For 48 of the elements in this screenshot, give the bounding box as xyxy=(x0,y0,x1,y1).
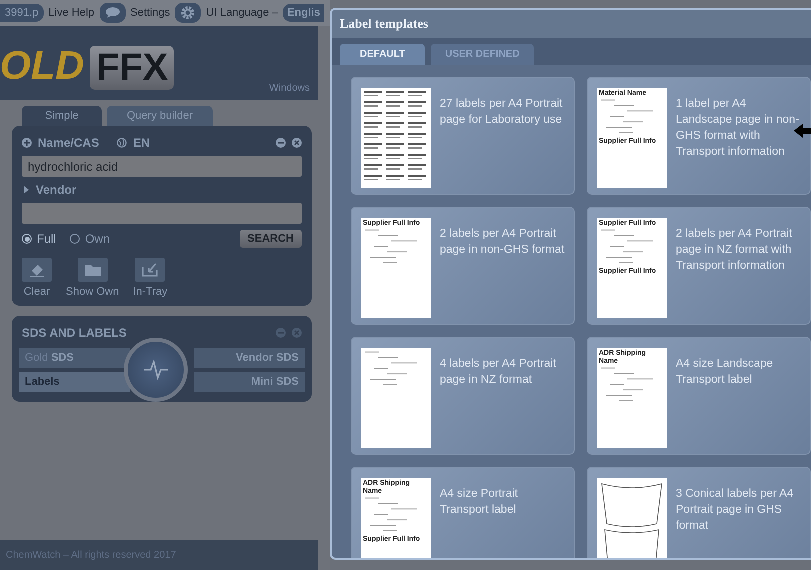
sds-option[interactable]: Vendor SDS xyxy=(194,348,305,368)
folder-icon xyxy=(84,263,102,277)
vendor-input[interactable] xyxy=(22,203,302,224)
search-button[interactable]: SEARCH xyxy=(240,230,302,248)
dialog-title: Label templates xyxy=(340,16,428,31)
template-card[interactable]: 4 labels per A4 Portrait page in NZ format xyxy=(351,337,575,455)
template-description: 27 labels per A4 Portrait page for Laboratory use xyxy=(440,97,564,128)
sds-option[interactable]: Mini SDS xyxy=(194,372,305,392)
close-icon[interactable] xyxy=(292,138,302,148)
template-card[interactable]: 3 Conical labels per A4 Portrait page in GHS format xyxy=(587,467,811,558)
globe-icon[interactable] xyxy=(117,138,128,148)
settings-icon[interactable] xyxy=(175,3,202,23)
logo-text: OLD xyxy=(0,46,84,86)
minimize-icon[interactable] xyxy=(276,328,286,338)
template-description: 4 labels per A4 Portrait page in NZ format xyxy=(440,357,558,388)
eraser-icon xyxy=(28,262,46,278)
language-selector[interactable]: Englis xyxy=(283,4,324,22)
live-help-link[interactable]: Live Help xyxy=(48,7,95,19)
template-tab[interactable]: DEFAULT xyxy=(340,44,426,65)
sds-option[interactable]: Labels xyxy=(19,372,130,392)
template-description: 3 Conical labels per A4 Portrait page in GHS format xyxy=(676,487,795,534)
logo-badge: FFX xyxy=(90,46,174,90)
add-icon[interactable] xyxy=(22,138,32,148)
chat-icon[interactable] xyxy=(100,3,126,23)
platform-label: Windows xyxy=(269,83,310,94)
template-description: A4 size Portrait Transport label xyxy=(440,487,519,518)
tray-icon xyxy=(141,262,160,278)
search-tab[interactable]: Query builder xyxy=(107,106,214,126)
template-description: 2 labels per A4 Portrait page in non-GHS format xyxy=(440,227,565,258)
account-label: 3991.p xyxy=(0,4,44,22)
vendor-label: Vendor xyxy=(36,183,77,197)
name-input[interactable]: hydrochloric acid xyxy=(22,156,302,177)
close-icon[interactable] xyxy=(292,328,302,338)
language-label: UI Language – xyxy=(206,7,278,19)
settings-link[interactable]: Settings xyxy=(130,7,170,19)
template-description: A4 size Landscape Transport label xyxy=(676,357,774,388)
minimize-icon[interactable] xyxy=(276,138,286,148)
language-code: EN xyxy=(133,136,150,150)
scope-radio[interactable]: Full xyxy=(22,232,56,246)
template-description: 2 labels per A4 Portrait page in NZ format with Transport information xyxy=(676,227,794,274)
name-cas-label: Name/CAS xyxy=(38,136,100,150)
panel-title: SDS AND LABELS xyxy=(22,326,127,340)
template-description: 1 label per A4 Landscape page in non-GHS format with Transport information xyxy=(676,97,800,160)
template-card[interactable]: 27 labels per A4 Portrait page for Laboratory use xyxy=(351,77,575,195)
caret-right-icon[interactable] xyxy=(22,186,30,194)
scope-radio[interactable]: Own xyxy=(70,232,110,246)
search-tab[interactable]: Simple xyxy=(22,106,102,126)
tool-button[interactable]: Show Own xyxy=(66,258,120,298)
